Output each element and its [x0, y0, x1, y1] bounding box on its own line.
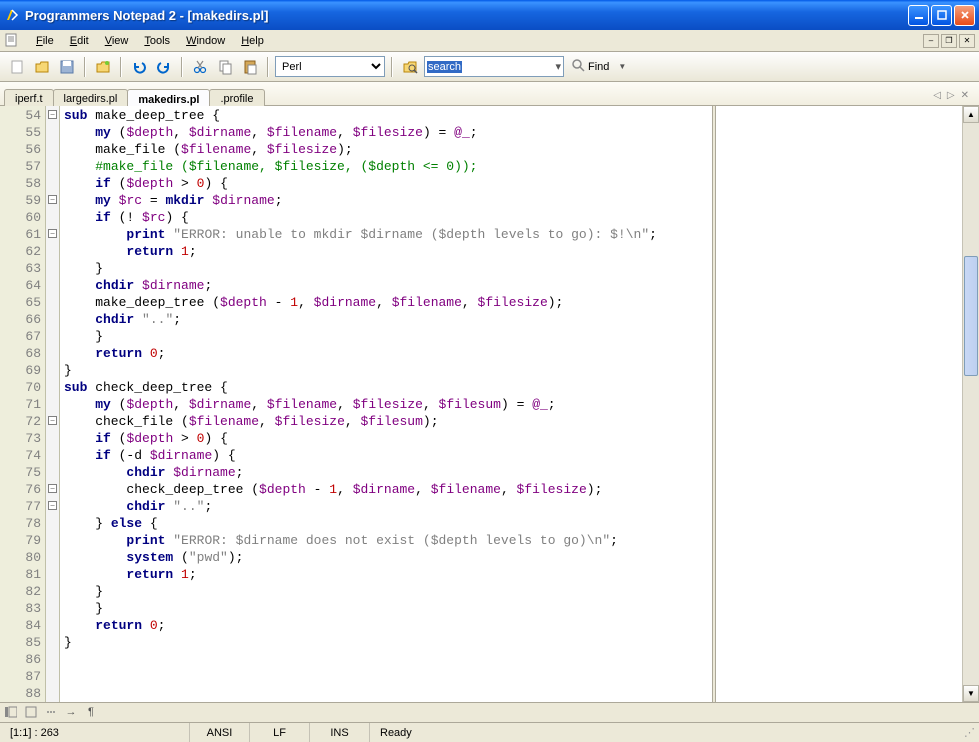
- tab-strip: iperf.tlargedirs.plmakedirs.pl.profile ◁…: [0, 82, 979, 106]
- scroll-down-button[interactable]: ▼: [963, 685, 979, 702]
- app-icon: [4, 7, 20, 23]
- pilcrow-toggle[interactable]: ¶: [84, 706, 98, 720]
- bookmark-toggle[interactable]: →: [64, 706, 78, 720]
- close-button[interactable]: [954, 5, 975, 26]
- maximize-button[interactable]: [931, 5, 952, 26]
- find-label: Find: [588, 61, 609, 73]
- menu-tools[interactable]: Tools: [136, 33, 178, 49]
- fold-gutter[interactable]: − − − − −−: [46, 106, 60, 702]
- menu-help[interactable]: Help: [233, 33, 272, 49]
- mdi-minimize-button[interactable]: ‒: [923, 34, 939, 48]
- secondary-pane: [716, 106, 962, 702]
- window-title: Programmers Notepad 2 - [makedirs.pl]: [25, 8, 908, 23]
- editor: 5455565758596061626364656667686970717273…: [0, 106, 979, 702]
- cut-button[interactable]: [189, 56, 211, 78]
- resize-grip[interactable]: ⋰: [960, 726, 979, 739]
- menu-bar: FileEditViewToolsWindowHelp ‒ ❐ ✕: [0, 30, 979, 52]
- new-file-button[interactable]: [6, 56, 28, 78]
- tab-next-button[interactable]: ▷: [947, 90, 955, 101]
- menu-file[interactable]: File: [28, 33, 62, 49]
- undo-button[interactable]: [128, 56, 150, 78]
- redo-button[interactable]: [153, 56, 175, 78]
- encoding-cell: ANSI: [190, 723, 250, 742]
- bottom-toolbar: → ¶: [0, 702, 979, 722]
- vertical-scrollbar[interactable]: ▲ ▼: [962, 106, 979, 702]
- dropdown-arrow-icon[interactable]: ▼: [618, 62, 626, 71]
- toolbar: Perl search▾ Find ▼: [0, 52, 979, 82]
- open-file-button[interactable]: [31, 56, 53, 78]
- cursor-position: [1:1] : 263: [0, 723, 190, 742]
- minimize-button[interactable]: [908, 5, 929, 26]
- status-bar: [1:1] : 263 ANSI LF INS Ready ⋰: [0, 722, 979, 742]
- code-area[interactable]: sub make_deep_tree { my ($depth, $dirnam…: [60, 106, 712, 702]
- menu-edit[interactable]: Edit: [62, 33, 97, 49]
- paste-button[interactable]: [239, 56, 261, 78]
- magnifier-icon: [571, 58, 585, 75]
- search-combo[interactable]: search▾: [424, 56, 564, 77]
- scroll-up-button[interactable]: ▲: [963, 106, 979, 123]
- find-in-files-button[interactable]: [399, 56, 421, 78]
- line-numbers-toggle[interactable]: [4, 706, 18, 720]
- tab-prev-button[interactable]: ◁: [933, 90, 941, 101]
- document-icon: [4, 33, 20, 49]
- insert-mode-cell: INS: [310, 723, 370, 742]
- status-text: Ready: [370, 723, 960, 742]
- open-project-button[interactable]: [92, 56, 114, 78]
- line-number-gutter: 5455565758596061626364656667686970717273…: [0, 106, 46, 702]
- line-ending-cell: LF: [250, 723, 310, 742]
- menu-window[interactable]: Window: [178, 33, 233, 49]
- whitespace-toggle[interactable]: [44, 706, 58, 720]
- copy-button[interactable]: [214, 56, 236, 78]
- find-button[interactable]: Find ▼: [567, 56, 630, 77]
- tab-close-button[interactable]: ✕: [961, 90, 969, 101]
- mdi-close-button[interactable]: ✕: [959, 34, 975, 48]
- language-select[interactable]: Perl: [275, 56, 385, 77]
- mdi-restore-button[interactable]: ❐: [941, 34, 957, 48]
- menu-view[interactable]: View: [97, 33, 137, 49]
- scroll-thumb[interactable]: [964, 256, 978, 376]
- title-bar: Programmers Notepad 2 - [makedirs.pl]: [0, 0, 979, 30]
- word-wrap-toggle[interactable]: [24, 706, 38, 720]
- save-button[interactable]: [56, 56, 78, 78]
